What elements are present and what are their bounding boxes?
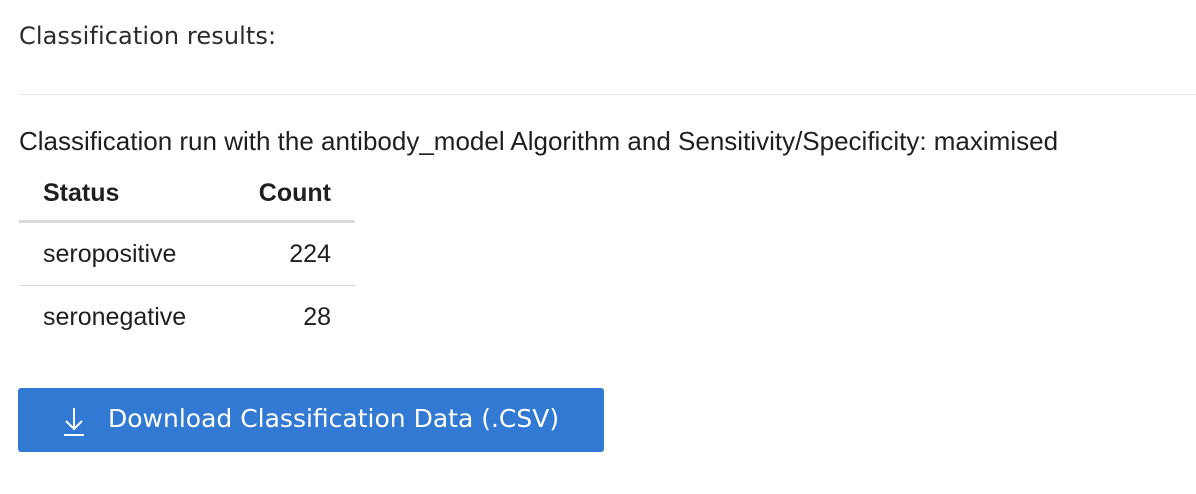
column-header-status: Status [19, 166, 226, 223]
status-cell: seronegative [43, 302, 187, 331]
table-header-row: Status Count [19, 166, 355, 223]
results-heading: Classification results: [19, 22, 277, 50]
section-divider [19, 94, 1196, 95]
results-table: Status Count seropositive 224 seronegati… [19, 166, 355, 348]
table-row: seropositive 224 [19, 221, 355, 286]
download-arrow-icon [64, 408, 84, 436]
table-row: seronegative 28 [19, 286, 355, 349]
count-cell: 224 [225, 221, 355, 286]
column-header-count: Count [225, 166, 355, 223]
download-csv-button[interactable]: Download Classification Data (.CSV) [18, 388, 604, 452]
count-cell: 28 [303, 302, 331, 331]
download-button-label: Download Classification Data (.CSV) [108, 404, 560, 433]
status-cell: seropositive [19, 221, 226, 286]
run-description: Classification run with the antibody_mod… [19, 126, 1059, 156]
